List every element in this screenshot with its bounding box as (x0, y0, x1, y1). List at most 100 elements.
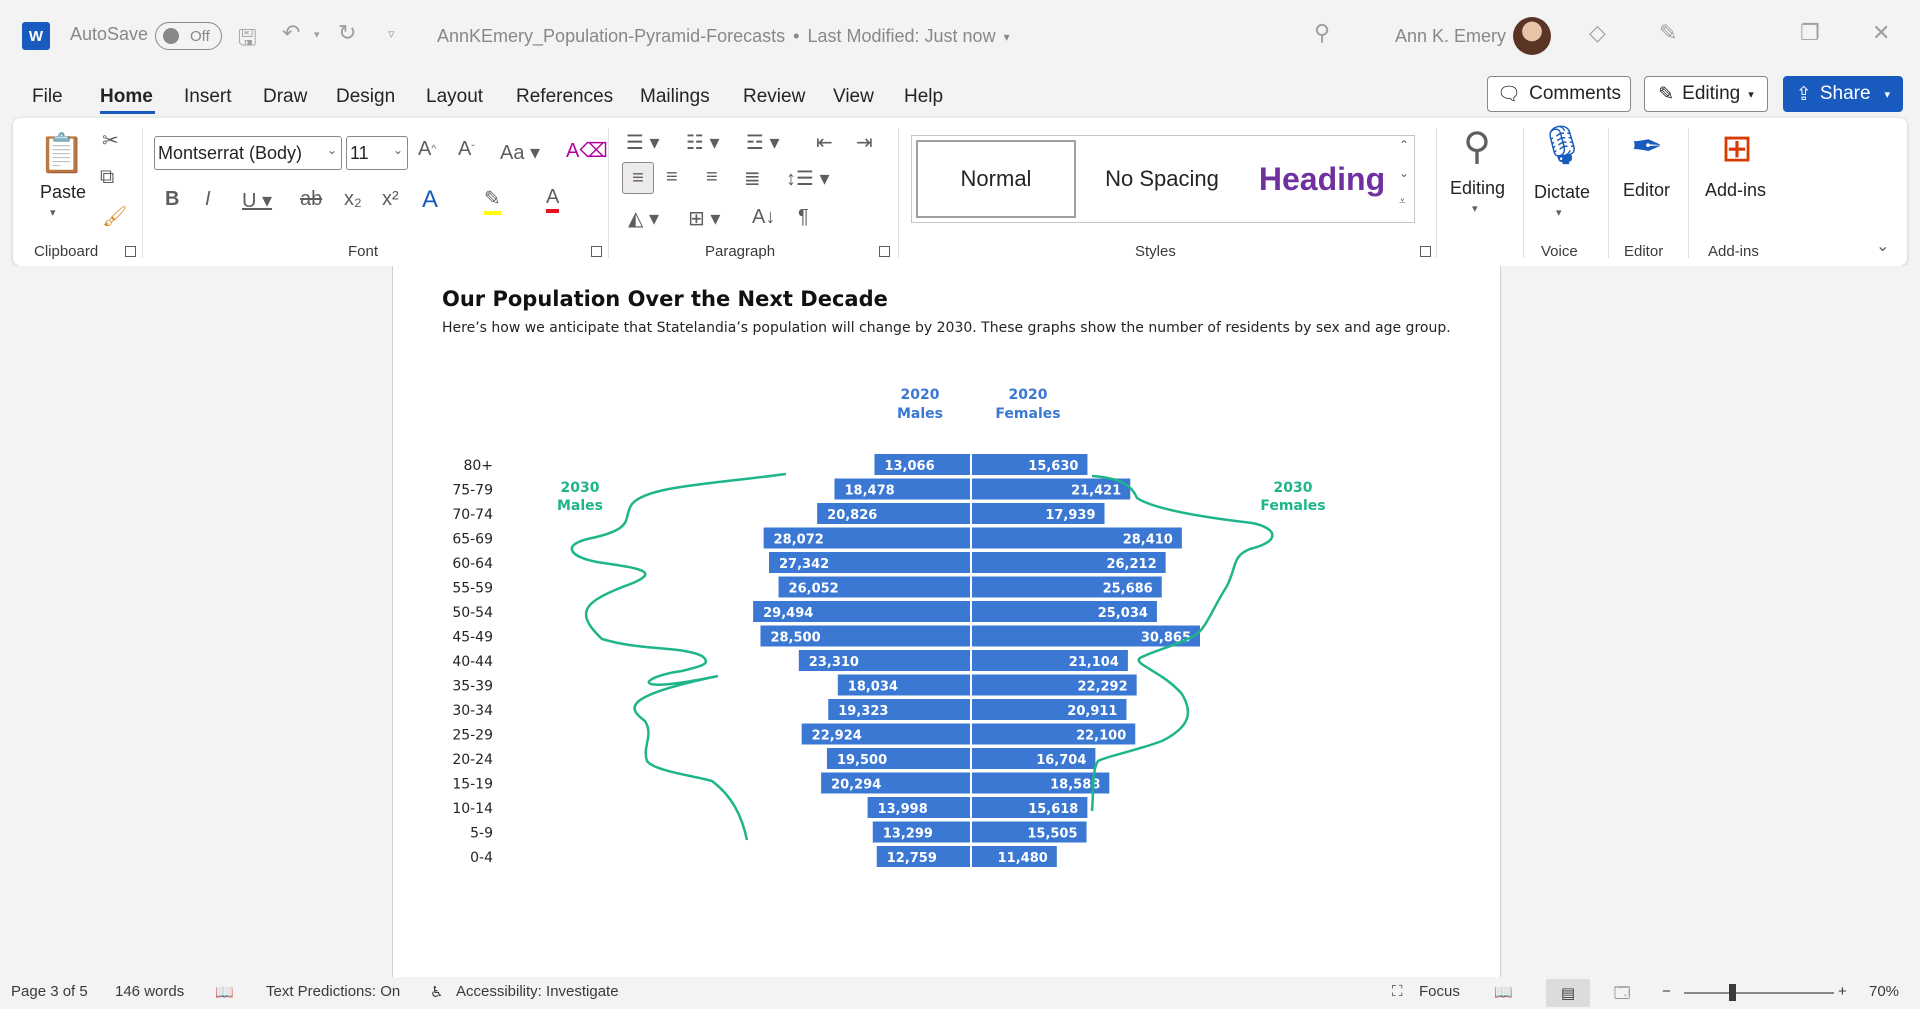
search-icon[interactable]: ⚲ (1314, 20, 1330, 46)
tab-home[interactable]: Home (100, 86, 153, 108)
autosave-toggle[interactable]: Off (155, 22, 222, 50)
show-formatting-icon[interactable]: ¶ (798, 206, 809, 229)
borders-icon[interactable]: ⊞ ▾ (688, 206, 720, 231)
strikethrough-icon[interactable]: ab (300, 188, 322, 211)
zoom-in-icon[interactable]: + (1838, 983, 1847, 1000)
tab-design[interactable]: Design (336, 86, 395, 108)
tab-insert[interactable]: Insert (184, 86, 232, 108)
focus-button[interactable]: Focus (1419, 983, 1460, 1000)
tab-review[interactable]: Review (743, 86, 805, 108)
collapse-ribbon-icon[interactable]: ⌄ (1876, 236, 1889, 256)
tab-view[interactable]: View (833, 86, 874, 108)
decrease-indent-icon[interactable]: ⇤ (816, 130, 833, 155)
subscript-icon[interactable]: x₂ (344, 188, 362, 211)
web-layout-icon[interactable]: 🗔 (1614, 983, 1630, 1008)
clipboard-launcher-icon[interactable] (125, 246, 136, 257)
addins-icon[interactable]: ⊞ (1712, 126, 1762, 171)
dictate-label[interactable]: Dictate (1534, 182, 1590, 203)
highlight-icon[interactable]: ✎ (484, 186, 501, 215)
redo-icon[interactable]: ↻ (338, 20, 356, 46)
zoom-slider[interactable] (1684, 992, 1834, 994)
paste-icon[interactable]: 📋 (38, 128, 86, 180)
bold-icon[interactable]: B (165, 188, 179, 211)
avatar[interactable] (1513, 17, 1551, 55)
focus-icon[interactable]: ⛶ (1392, 983, 1403, 1000)
align-center-icon[interactable]: ≡ (666, 166, 678, 189)
bullets-icon[interactable]: ☰ ▾ (626, 130, 660, 155)
italic-icon[interactable]: I (205, 188, 211, 211)
zoom-slider-thumb[interactable] (1729, 984, 1736, 1001)
justify-icon[interactable]: ≣ (744, 166, 761, 191)
diamond-icon[interactable]: ◇ (1589, 20, 1606, 46)
font-color-icon[interactable]: A (546, 186, 560, 213)
shrink-font-icon[interactable]: Aˇ (458, 138, 475, 161)
grow-font-icon[interactable]: A ^ (418, 138, 436, 161)
styles-launcher-icon[interactable] (1420, 246, 1431, 257)
font-size-select[interactable]: 11 ⌄ (346, 136, 408, 170)
close-icon[interactable]: ✕ (1872, 20, 1890, 46)
multilevel-list-icon[interactable]: ☲ ▾ (746, 130, 780, 155)
chevron-down-icon[interactable]: ▾ (1472, 202, 1478, 215)
editing-mode-button[interactable]: ✎ Editing ▾ (1644, 76, 1768, 112)
tab-layout[interactable]: Layout (426, 86, 483, 108)
read-mode-icon[interactable]: 📖 (1494, 983, 1513, 1001)
accessibility-status[interactable]: Accessibility: Investigate (456, 983, 619, 1000)
tab-references[interactable]: References (516, 86, 613, 108)
customize-toolbar-icon[interactable]: ▿ (388, 26, 395, 42)
superscript-icon[interactable]: x² (382, 188, 399, 211)
word-count[interactable]: 146 words (115, 983, 184, 1000)
undo-dropdown-icon[interactable]: ▾ (314, 28, 320, 41)
tab-file[interactable]: File (32, 86, 63, 108)
gallery-more-icon[interactable]: ⩡ (1399, 194, 1406, 209)
user-name[interactable]: Ann K. Emery (1395, 26, 1506, 47)
tab-help[interactable]: Help (904, 86, 943, 108)
page-count[interactable]: Page 3 of 5 (11, 983, 88, 1000)
font-name-select[interactable]: Montserrat (Body) ⌄ (154, 136, 342, 170)
pen-icon[interactable]: ✎ (1659, 20, 1677, 46)
style-no-spacing[interactable]: No Spacing (1082, 140, 1242, 218)
cut-icon[interactable]: ✂ (102, 128, 119, 153)
editor-label[interactable]: Editor (1623, 180, 1670, 201)
chevron-down-icon[interactable]: ▾ (50, 206, 56, 219)
accessibility-icon[interactable]: ♿ (430, 983, 443, 1001)
paste-label[interactable]: Paste (40, 182, 86, 203)
proofing-icon[interactable]: 📖 (215, 983, 234, 1001)
undo-icon[interactable]: ↶ (282, 20, 300, 46)
magnifier-icon[interactable]: ⚲ (1452, 124, 1502, 169)
align-left-icon[interactable]: ≡ (622, 162, 654, 194)
chevron-down-icon[interactable]: ▾ (1556, 206, 1562, 219)
format-painter-icon[interactable]: 🖌 (102, 204, 127, 229)
zoom-level[interactable]: 70% (1869, 983, 1899, 1000)
numbering-icon[interactable]: ☷ ▾ (686, 130, 720, 155)
restore-window-icon[interactable]: ❐ (1800, 20, 1820, 46)
editing-label[interactable]: Editing (1450, 178, 1505, 199)
editor-icon[interactable]: ✒ (1620, 124, 1674, 169)
microphone-icon[interactable]: 🎙 (1538, 124, 1586, 168)
gallery-down-icon[interactable]: ⌄ (1399, 166, 1409, 180)
copy-icon[interactable]: ⧉ (100, 166, 114, 189)
save-icon[interactable]: 🖫 (238, 21, 257, 59)
change-case-icon[interactable]: Aa ▾ (500, 140, 540, 165)
comments-button[interactable]: 🗨 Comments (1487, 76, 1631, 112)
addins-label[interactable]: Add-ins (1705, 180, 1766, 201)
zoom-out-icon[interactable]: − (1662, 983, 1671, 1000)
print-layout-icon[interactable]: ▤ (1546, 979, 1590, 1007)
clear-formatting-icon[interactable]: A⌫ (566, 138, 608, 163)
paragraph-launcher-icon[interactable] (879, 246, 890, 257)
population-pyramid-chart[interactable]: 2020 Males 2020 Females 13,066 15,630 80+ 18,47… (392, 266, 1501, 977)
document-title[interactable]: AnnKEmery_Population-Pyramid-Forecasts • L… (437, 26, 1010, 47)
style-heading[interactable]: Heading (1242, 140, 1402, 218)
underline-icon[interactable]: U ▾ (242, 188, 272, 213)
line-spacing-icon[interactable]: ↕☰ ▾ (786, 166, 830, 191)
share-button[interactable]: ⇪ Share ▾ (1783, 76, 1903, 112)
align-right-icon[interactable]: ≡ (706, 166, 718, 189)
tab-mailings[interactable]: Mailings (640, 86, 710, 108)
text-effects-icon[interactable]: A (422, 186, 438, 214)
style-normal[interactable]: Normal (916, 140, 1076, 218)
increase-indent-icon[interactable]: ⇥ (856, 130, 873, 155)
tab-draw[interactable]: Draw (263, 86, 307, 108)
gallery-up-icon[interactable]: ⌃ (1399, 138, 1409, 152)
text-predictions[interactable]: Text Predictions: On (266, 983, 400, 1000)
font-launcher-icon[interactable] (591, 246, 602, 257)
shading-icon[interactable]: ◭ ▾ (628, 206, 659, 231)
